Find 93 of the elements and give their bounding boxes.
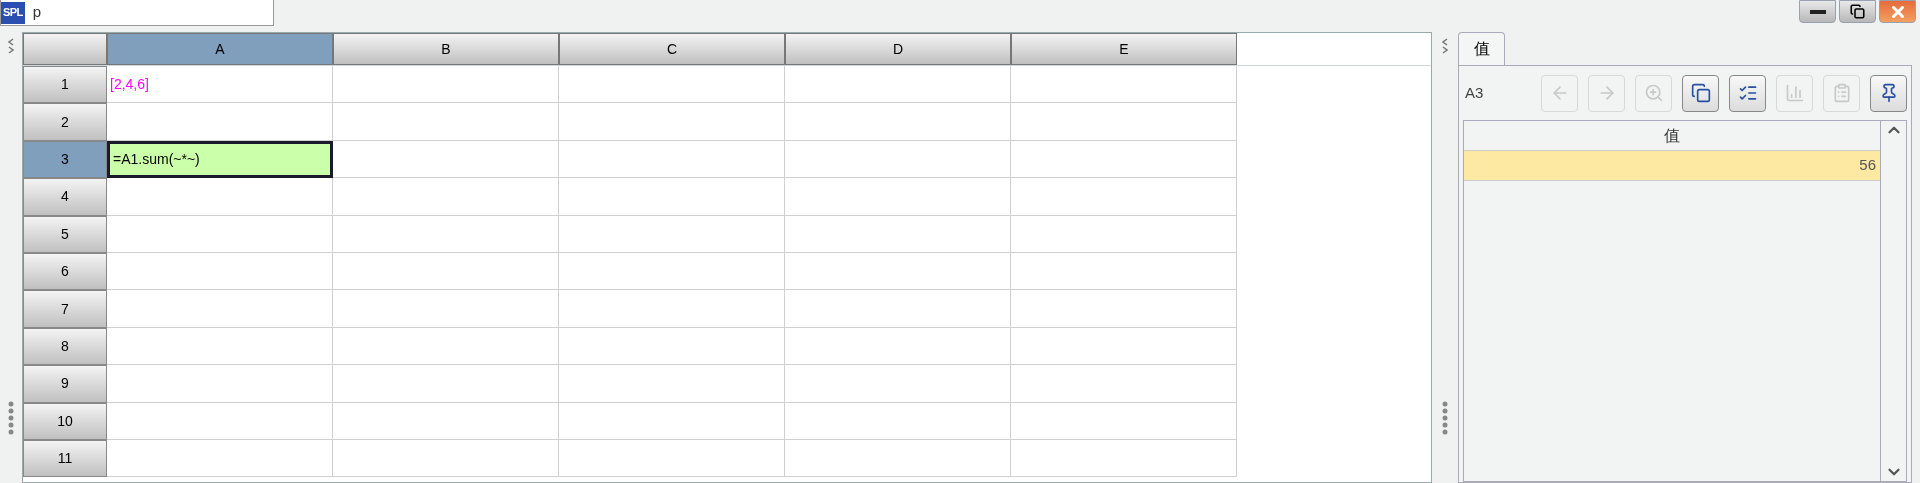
table-cell[interactable] bbox=[333, 290, 559, 328]
table-cell[interactable] bbox=[1011, 103, 1237, 141]
collapse-arrows-icon[interactable] bbox=[1442, 38, 1448, 54]
column-header[interactable]: 值 bbox=[1464, 121, 1880, 150]
document-tab[interactable]: SPL p bbox=[0, 0, 274, 26]
bar-chart-icon bbox=[1784, 83, 1805, 103]
table-cell[interactable] bbox=[333, 365, 559, 403]
collapse-arrows-icon[interactable] bbox=[8, 38, 14, 54]
table-cell[interactable] bbox=[559, 252, 785, 291]
column-header[interactable]: D bbox=[785, 33, 1011, 65]
column-header[interactable]: B bbox=[333, 33, 559, 65]
table-cell[interactable]: =A1.sum(~*~) bbox=[107, 140, 333, 179]
table-cell[interactable] bbox=[785, 290, 1011, 328]
corner-header[interactable] bbox=[23, 33, 107, 65]
table-cell[interactable] bbox=[785, 439, 1011, 478]
table-cell[interactable] bbox=[333, 402, 559, 440]
table-cell[interactable] bbox=[107, 365, 333, 403]
column-header[interactable]: C bbox=[559, 33, 785, 65]
table-cell[interactable] bbox=[559, 402, 785, 440]
table-cell[interactable] bbox=[107, 439, 333, 478]
row-header[interactable]: 7 bbox=[23, 290, 107, 328]
table-cell[interactable] bbox=[333, 327, 559, 366]
panel-tab[interactable]: 值 bbox=[1458, 32, 1505, 65]
table-cell[interactable] bbox=[333, 103, 559, 141]
table-cell[interactable] bbox=[785, 327, 1011, 366]
row-header[interactable]: 5 bbox=[23, 215, 107, 253]
list-icon bbox=[1737, 83, 1758, 103]
restore-button[interactable] bbox=[1839, 0, 1876, 23]
table-cell[interactable] bbox=[559, 103, 785, 141]
splitter-grip-icon[interactable] bbox=[1442, 401, 1448, 435]
table-cell[interactable] bbox=[559, 215, 785, 253]
document-title: p bbox=[32, 2, 42, 23]
row-header[interactable]: 10 bbox=[23, 402, 107, 440]
table-cell[interactable] bbox=[1011, 439, 1237, 478]
minimize-button[interactable] bbox=[1799, 0, 1836, 23]
table-cell[interactable] bbox=[559, 327, 785, 366]
table-cell[interactable] bbox=[785, 215, 1011, 253]
table-cell[interactable] bbox=[559, 66, 785, 104]
column-header[interactable]: E bbox=[1011, 33, 1237, 65]
row-header[interactable]: 11 bbox=[23, 439, 107, 478]
table-cell[interactable] bbox=[785, 66, 1011, 104]
row-header[interactable]: 4 bbox=[23, 178, 107, 216]
table-cell[interactable] bbox=[1011, 327, 1237, 366]
restore-icon bbox=[1850, 4, 1865, 19]
table-cell[interactable] bbox=[559, 290, 785, 328]
row-header[interactable]: 1 bbox=[23, 66, 107, 104]
table-cell[interactable] bbox=[559, 439, 785, 478]
toolbar-button[interactable] bbox=[1870, 74, 1907, 112]
table-cell[interactable] bbox=[333, 439, 559, 478]
table-cell[interactable] bbox=[1011, 66, 1237, 104]
logo: SPL bbox=[1, 1, 25, 24]
table-cell[interactable] bbox=[107, 103, 333, 141]
row-header[interactable]: 6 bbox=[23, 252, 107, 291]
table-cell[interactable] bbox=[1011, 365, 1237, 403]
table-cell[interactable] bbox=[1011, 402, 1237, 440]
table-cell[interactable] bbox=[1011, 290, 1237, 328]
table-cell[interactable] bbox=[333, 140, 559, 179]
table-cell[interactable] bbox=[333, 215, 559, 253]
table-cell[interactable] bbox=[107, 290, 333, 328]
copy-icon bbox=[1690, 83, 1711, 103]
table-cell[interactable] bbox=[559, 178, 785, 216]
table-cell[interactable] bbox=[559, 140, 785, 179]
table-cell[interactable] bbox=[107, 215, 333, 253]
table-cell[interactable] bbox=[107, 178, 333, 216]
table-cell[interactable] bbox=[333, 66, 559, 104]
table-cell[interactable] bbox=[785, 365, 1011, 403]
table-cell[interactable] bbox=[1011, 140, 1237, 179]
table-cell[interactable] bbox=[785, 140, 1011, 179]
magnifier-icon bbox=[1643, 83, 1664, 103]
table-cell[interactable] bbox=[785, 252, 1011, 291]
row-header[interactable]: 8 bbox=[23, 327, 107, 366]
value-row[interactable]: 56 bbox=[1464, 151, 1880, 181]
toolbar-button[interactable] bbox=[1729, 74, 1766, 112]
row-header[interactable]: 3 bbox=[23, 140, 107, 179]
column-header[interactable]: A bbox=[107, 33, 333, 65]
splitter-grip-icon[interactable] bbox=[8, 401, 14, 435]
row-header[interactable]: 2 bbox=[23, 103, 107, 141]
table-cell[interactable] bbox=[107, 252, 333, 291]
table-cell[interactable] bbox=[785, 402, 1011, 440]
table-cell[interactable] bbox=[333, 178, 559, 216]
table-cell[interactable] bbox=[785, 178, 1011, 216]
table-cell[interactable] bbox=[1011, 178, 1237, 216]
table-cell[interactable] bbox=[107, 402, 333, 440]
cell-reference: A3 bbox=[1465, 82, 1484, 103]
table-cell[interactable] bbox=[1011, 215, 1237, 253]
table-cell[interactable] bbox=[333, 252, 559, 291]
table-cell[interactable] bbox=[559, 365, 785, 403]
table-cell[interactable] bbox=[1011, 252, 1237, 291]
table-cell[interactable] bbox=[107, 327, 333, 366]
row-header[interactable]: 9 bbox=[23, 365, 107, 403]
toolbar-button[interactable] bbox=[1682, 74, 1719, 112]
table-cell[interactable] bbox=[785, 103, 1011, 141]
minimize-icon bbox=[1809, 9, 1826, 14]
